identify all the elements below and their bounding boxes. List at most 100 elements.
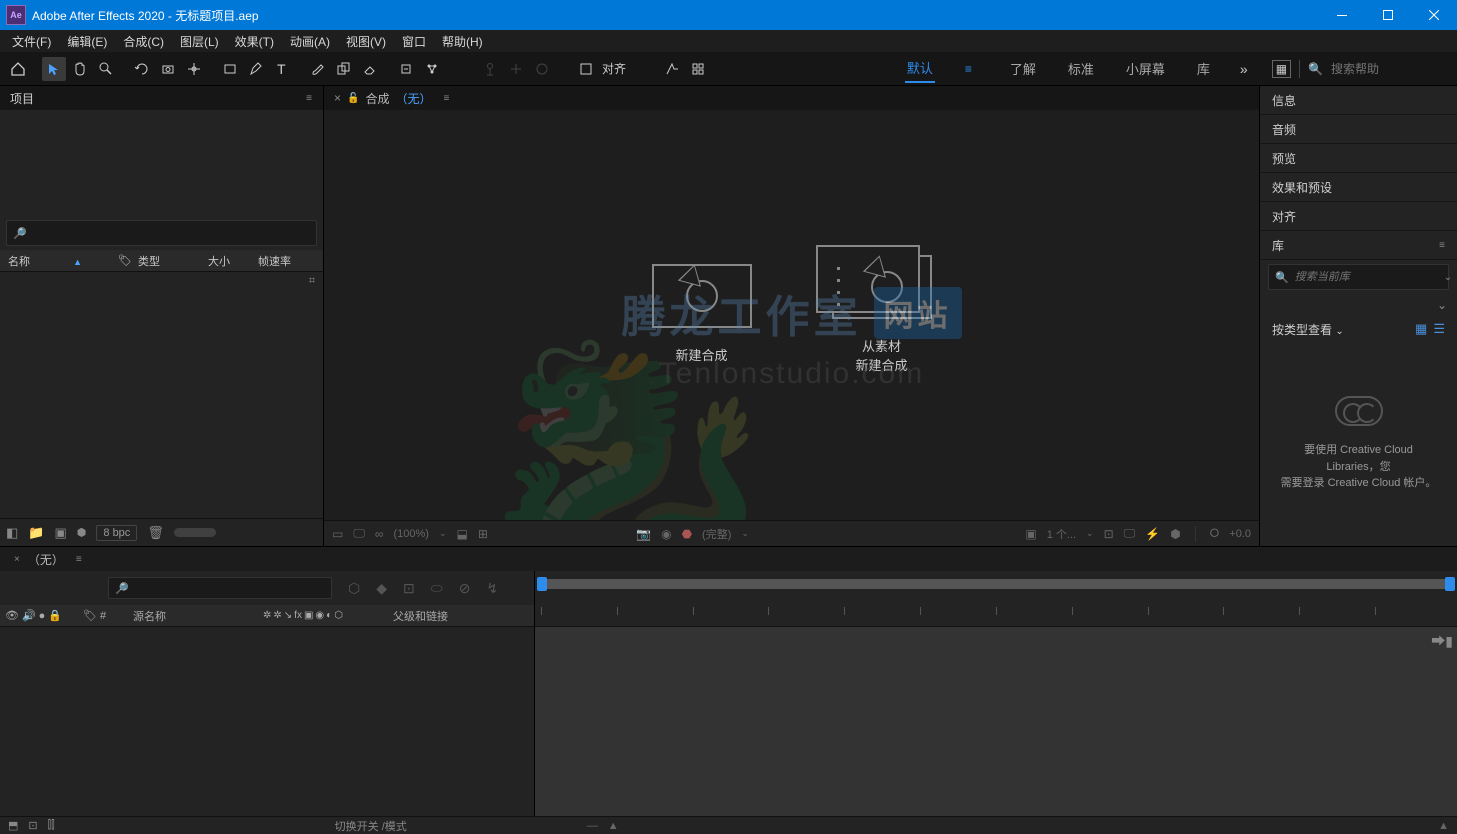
panel-preview[interactable]: 预览 [1260,144,1457,173]
close-button[interactable] [1411,0,1457,30]
res-icon-1[interactable]: ⬓ [457,527,468,541]
library-menu-icon[interactable]: ≡ [1439,240,1445,251]
status-icon-1[interactable]: ⬒ [8,819,18,832]
rotation-tool[interactable] [156,57,180,81]
tl-ctrl-5[interactable]: ⊘ [459,580,471,597]
hand-tool[interactable] [68,57,92,81]
settings-icon[interactable]: ⬢ [77,526,87,539]
zoom-in-icon[interactable]: ▲ [1438,820,1449,832]
anchor-tool[interactable] [182,57,206,81]
col-size[interactable]: 大小 [200,253,250,269]
menu-effect[interactable]: 效果(T) [227,31,282,52]
rectangle-tool[interactable] [218,57,242,81]
col-fps[interactable]: 帧速率 [250,253,299,269]
camera-icon[interactable]: 📷 [636,527,651,541]
brush-tool[interactable] [306,57,330,81]
panel-library[interactable]: 库≡ [1260,231,1457,260]
roto-tool[interactable] [394,57,418,81]
puppet-tool[interactable] [420,57,444,81]
minimize-button[interactable] [1319,0,1365,30]
marker-icon[interactable]: ⮕▮ [1431,631,1453,651]
selection-tool[interactable] [42,57,66,81]
tl-ctrl-3[interactable]: ⊡ [403,580,415,597]
comp-panel-menu-icon[interactable]: ≡ [444,93,450,104]
thumbnail-size-slider[interactable] [174,528,216,537]
view-icon-3[interactable]: ⚡ [1145,527,1160,541]
workspace-overflow-icon[interactable]: » [1240,61,1248,77]
orbit-tool[interactable] [130,57,154,81]
col-label-icon[interactable]: 🏷 [110,254,130,267]
project-panel-tab[interactable]: 项目 ≡ [0,86,323,110]
new-composition-button[interactable]: 新建合成 [652,264,752,366]
chevron-down-icon[interactable]: ⌄ [1437,298,1447,312]
mask-icon[interactable]: ∞ [375,527,384,541]
tl-ctrl-4[interactable]: ⬭ [431,580,443,597]
zoom-slider-icon[interactable]: ▲ [608,820,619,832]
chevron-down-icon[interactable]: ⌄ [1444,272,1452,283]
eraser-tool[interactable] [358,57,382,81]
menu-edit[interactable]: 编辑(E) [59,31,115,52]
toggle-2[interactable] [686,57,710,81]
tl-av-toggles[interactable]: 👁🔊●🔒 [0,609,78,622]
project-items-list[interactable] [0,294,323,518]
zoom-out-icon[interactable]: — [587,820,598,832]
new-comp-from-footage-button[interactable]: 从素材新建合成 [832,255,932,376]
timeline-ruler[interactable] [535,571,1457,627]
view-icon-2[interactable]: 🖵 [1124,526,1136,541]
view-axis-tool[interactable] [530,57,554,81]
search-help-input[interactable] [1331,62,1441,76]
workspace-learn[interactable]: 了解 [1008,55,1038,82]
text-tool[interactable]: T [270,57,294,81]
menu-window[interactable]: 窗口 [394,31,434,52]
menu-layer[interactable]: 图层(L) [172,31,227,52]
list-view-icon[interactable]: ☰ [1433,321,1445,337]
tl-parent-col[interactable]: 父级和链接 [388,608,453,624]
col-type[interactable]: 类型 [130,253,200,269]
interpret-footage-icon[interactable]: ◧ [6,525,18,541]
color-mgmt-icon[interactable]: ⬣ [682,527,692,541]
zoom-level[interactable]: (100%) [393,528,428,540]
workspace-small[interactable]: 小屏幕 [1124,55,1167,82]
timeline-tracks[interactable]: ⮕▮ [535,627,1457,816]
switches-modes-toggle[interactable]: 切换开关 /模式 [335,818,407,834]
menu-file[interactable]: 文件(F) [4,31,59,52]
tl-label-col[interactable]: 🏷 # [78,609,128,622]
zoom-tool[interactable] [94,57,118,81]
color-depth[interactable]: 8 bpc [96,525,137,541]
view-icon-4[interactable]: ⬢ [1170,527,1180,541]
timeline-tab[interactable]: × （无） ≡ [0,547,1457,571]
pen-tool[interactable] [244,57,268,81]
exposure-value[interactable]: +0.0 [1229,528,1251,540]
delete-icon[interactable]: 🗑 [147,525,164,541]
world-axis-tool[interactable] [504,57,528,81]
timeline-navigator-handle[interactable] [541,579,1451,589]
new-comp-icon[interactable]: ▣ [54,525,66,541]
panel-grid-icon[interactable]: ▦ [1272,60,1291,78]
library-search-input[interactable] [1295,271,1438,283]
tl-ctrl-6[interactable]: ↯ [486,580,498,597]
timeline-layers[interactable] [0,627,534,816]
project-tree-icon[interactable]: ⌗ [309,275,315,291]
composition-tab[interactable]: × 🔓 合成 （无） ≡ [324,86,1259,110]
comp-tab-close-icon[interactable]: × [334,91,341,105]
toggle-1[interactable] [660,57,684,81]
workspace-default[interactable]: 默认 [905,54,935,83]
maximize-button[interactable] [1365,0,1411,30]
view-count[interactable]: 1 个... [1047,526,1076,542]
comp-lock-icon[interactable]: 🔓 [347,93,359,104]
menu-help[interactable]: 帮助(H) [434,31,491,52]
panel-effects-presets[interactable]: 效果和预设 [1260,173,1457,202]
menu-view[interactable]: 视图(V) [338,31,394,52]
local-axis-tool[interactable] [478,57,502,81]
tl-ctrl-1[interactable]: ⬡ [348,580,360,597]
library-search[interactable]: 🔍 ⌄ [1268,264,1449,290]
region-icon[interactable]: ▣ [1025,527,1036,541]
workspace-library[interactable]: 库 [1195,55,1212,82]
menu-composition[interactable]: 合成(C) [115,31,172,52]
view-icon-1[interactable]: ⊡ [1104,527,1114,541]
project-search[interactable]: 🔎 [6,220,317,246]
tl-source-col[interactable]: 源名称 [128,608,258,624]
panel-info[interactable]: 信息 [1260,86,1457,115]
composition-stage[interactable]: 🐉 新建合成 从素材新建合成 腾龙工作室 网站 [324,110,1259,520]
tl-ctrl-2[interactable]: ◆ [376,580,387,597]
